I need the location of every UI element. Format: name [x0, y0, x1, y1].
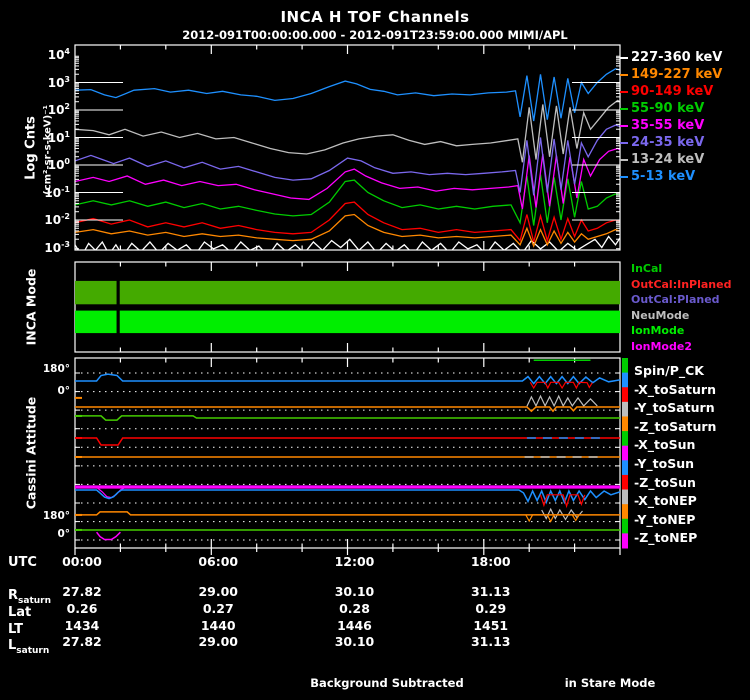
- attitude-label-YtoSaturn: -Y_toSaturn: [634, 400, 715, 416]
- attitude-series-red-line-1: [75, 437, 620, 446]
- attitude-y-tick: 180°: [42, 362, 70, 375]
- utc-axis-label: UTC: [8, 555, 37, 570]
- attitude-edge-block: [622, 460, 628, 476]
- legend-item-13-24keV: 13-24 keV: [631, 152, 705, 167]
- table-cell: 29.00: [198, 634, 239, 649]
- flux-y-tick-10e1: 101: [47, 129, 70, 145]
- time-range-subtitle: 2012-091T00:00:00.000 - 2012-091T23:59:0…: [182, 28, 568, 42]
- attitude-edge-block: [622, 416, 628, 432]
- table-cell: 0.26: [66, 601, 98, 616]
- attitude-y-tick: 0°: [57, 528, 70, 541]
- mode-legend-item-NeuMode: NeuMode: [631, 308, 690, 322]
- attitude-label-SpinPCK: Spin/P_CK: [634, 363, 704, 378]
- mode-legend-item-IonMode2: IonMode2: [631, 339, 692, 353]
- mode-legend-item-InCal: InCal: [631, 262, 663, 275]
- attitude-edge-block: [622, 387, 628, 403]
- flux-y-axis-units: (cm²-sr-s-keV)⁻¹: [42, 105, 54, 195]
- page-title: INCA H TOF Channels: [280, 8, 470, 26]
- legend-item-35-55keV: 35-55 keV: [631, 118, 705, 133]
- attitude-panel-label: Cassini Attitude: [23, 396, 39, 510]
- attitude-edge-block: [622, 518, 628, 534]
- attitude-label-XtoNEP: -X_toNEP: [634, 493, 697, 509]
- table-cell: 30.10: [334, 584, 375, 599]
- mode-legend-item-IonMode: IonMode: [631, 324, 685, 337]
- flux-y-tick-10e4: 104: [47, 47, 70, 62]
- utc-tick-0000: 00:00: [62, 554, 102, 569]
- attitude-series-red-zigzag-upper: [529, 381, 593, 390]
- utc-tick-1800: 18:00: [470, 554, 511, 569]
- table-cell: 0.28: [339, 601, 370, 616]
- flux-y-tick-10e-2: 10-2: [44, 212, 70, 227]
- attitude-edge-block: [622, 401, 628, 417]
- table-cell: 27.82: [62, 634, 102, 649]
- mode-bar-upper: [75, 280, 117, 305]
- flux-y-tick-10e0: 100: [47, 157, 70, 172]
- attitude-edge-block: [622, 533, 628, 549]
- attitude-label-YtoNEP: -Y_toNEP: [634, 511, 696, 527]
- attitude-series-magenta-dip: [96, 531, 121, 541]
- attitude-label-XtoSaturn: -X_toSaturn: [634, 381, 716, 397]
- table-cell: 31.13: [470, 584, 511, 599]
- attitude-y-tick: 180°: [42, 510, 70, 523]
- utc-tick-1200: 12:00: [334, 554, 375, 569]
- footer-stare-mode: in Stare Mode: [564, 676, 656, 690]
- mode-panel-label: INCA Mode: [23, 268, 39, 346]
- flux-series-5-13keV: [75, 68, 620, 122]
- attitude-label-YtoSun: -Y_toSun: [634, 456, 695, 471]
- table-cell: 29.00: [198, 584, 239, 599]
- attitude-series-gray-zigzag-upper: [526, 394, 598, 408]
- attitude-series-green-line-1: [75, 415, 620, 421]
- inca-plot-screen: INCA H TOF Channels 2012-091T00:00:00.00…: [0, 0, 750, 700]
- mode-bar-lower: [119, 310, 621, 334]
- legend-item-5-13keV: 5-13 keV: [631, 169, 696, 184]
- attitude-edge-block: [622, 504, 628, 520]
- utc-tick-0600: 06:00: [198, 554, 239, 569]
- attitude-label-XtoSun: -X_toSun: [634, 437, 696, 453]
- mode-bar-lower: [75, 310, 117, 334]
- attitude-edge-block: [622, 358, 628, 374]
- attitude-y-tick: 0°: [57, 385, 70, 397]
- table-cell: 1451: [473, 617, 509, 633]
- flux-y-tick-10e2: 102: [47, 102, 70, 117]
- mode-legend-item-OutCalPlaned: OutCal:Planed: [631, 293, 720, 306]
- mode-legend-item-OutCalInPlaned: OutCal:InPlaned: [631, 277, 732, 291]
- table-row-label-R: Rsaturn: [8, 588, 52, 606]
- table-cell: 31.13: [470, 634, 511, 649]
- legend-item-55-90keV: 55-90 keV: [631, 101, 705, 116]
- attitude-edge-block: [622, 445, 628, 461]
- attitude-edge-block: [622, 372, 628, 388]
- table-cell: 1446: [337, 617, 372, 633]
- attitude-edge-block: [622, 431, 628, 447]
- table-row-label-LT: LT: [8, 621, 23, 637]
- attitude-series-orange-zigzag-lower: [525, 514, 580, 523]
- flux-y-tick-10e-3: 10-3: [44, 239, 70, 255]
- attitude-label-ZtoSaturn: -Z_toSaturn: [634, 418, 717, 434]
- table-cell: 27.82: [62, 584, 102, 599]
- legend-item-24-35keV: 24-35 keV: [631, 135, 705, 150]
- table-cell: 0.29: [475, 601, 507, 616]
- table-cell: 0.27: [202, 601, 234, 616]
- table-cell: 1440: [200, 617, 236, 633]
- attitude-series-magenta-blob: [97, 487, 125, 499]
- flux-y-tick-10e3: 103: [47, 74, 70, 90]
- table-row-label-Lat: Lat: [8, 605, 32, 620]
- attitude-edge-block: [622, 489, 628, 505]
- attitude-label-ZtoNEP: -Z_toNEP: [634, 530, 698, 546]
- table-row-label-L: Lsaturn: [8, 638, 50, 656]
- legend-item-149-227keV: 149-227 keV: [631, 67, 723, 82]
- mode-bar-upper: [119, 280, 621, 305]
- legend-item-227-360keV: 227-360 keV: [631, 50, 723, 65]
- footer-background-subtracted: Background Subtracted: [310, 676, 464, 690]
- attitude-label-ZtoSun: -Z_toSun: [634, 474, 696, 490]
- table-cell: 1434: [64, 617, 100, 633]
- flux-y-tick-10e-1: 10-1: [44, 184, 70, 200]
- attitude-series-blue-lower: [75, 489, 620, 505]
- attitude-edge-block: [622, 474, 628, 491]
- table-cell: 30.10: [334, 634, 375, 649]
- legend-item-90-149keV: 90-149 keV: [631, 84, 714, 99]
